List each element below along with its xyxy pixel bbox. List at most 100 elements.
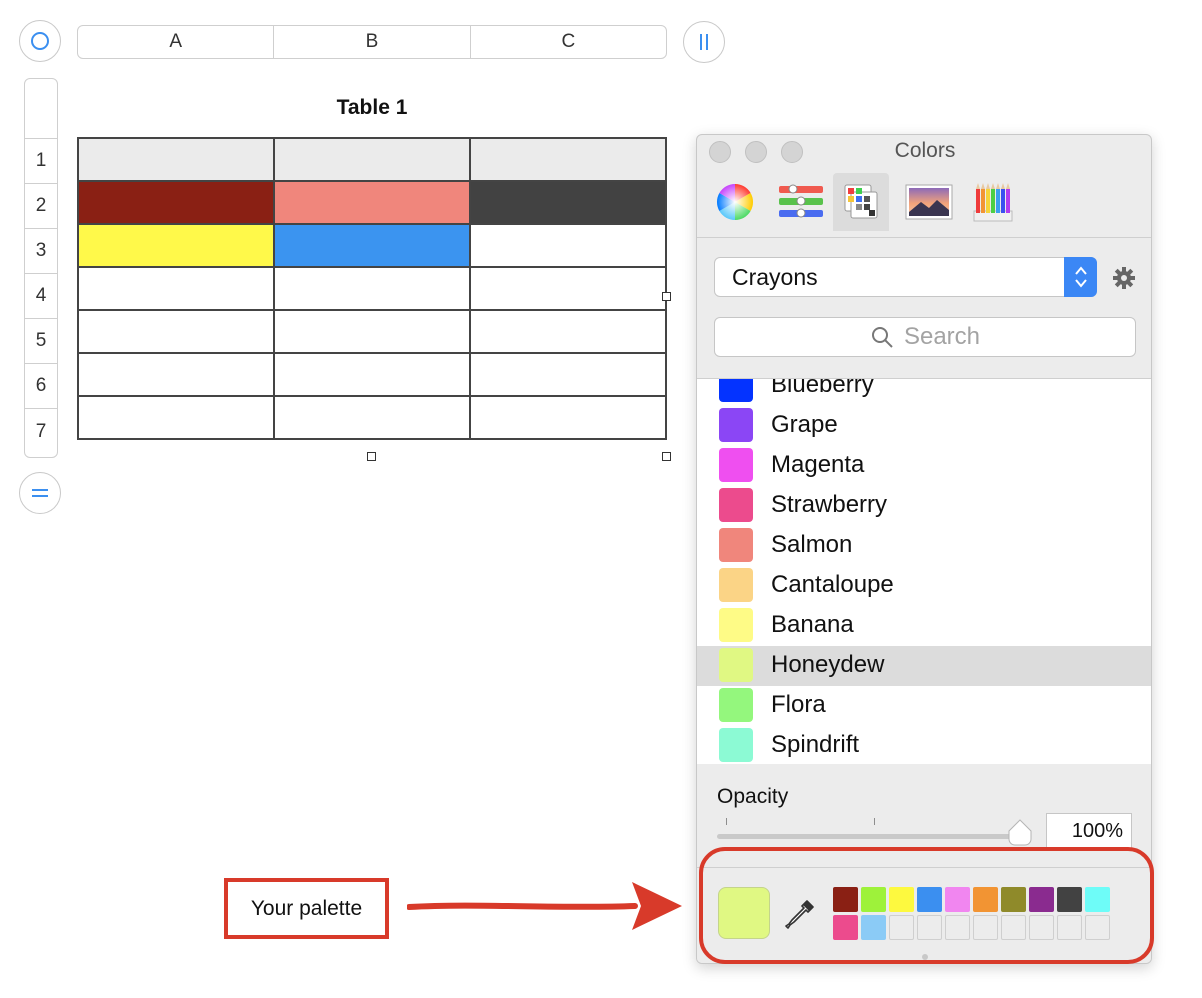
row-header-3[interactable]: 3 — [25, 229, 57, 274]
color-name: Spindrift — [771, 731, 860, 758]
row-handle-icon — [32, 489, 48, 497]
pencils-icon — [973, 183, 1013, 222]
color-wheel-tab[interactable] — [707, 173, 763, 231]
pencils-tab[interactable] — [965, 173, 1021, 231]
opacity-tick — [726, 818, 727, 825]
opacity-slider[interactable] — [717, 834, 1022, 839]
color-name: Flora — [771, 691, 826, 718]
color-wheel-icon — [716, 184, 754, 220]
table-cell[interactable] — [77, 309, 275, 354]
color-name: Grape — [771, 411, 838, 438]
sliders-icon — [779, 184, 823, 218]
resize-handle-bottom[interactable] — [367, 452, 376, 461]
list-item[interactable]: Grape — [697, 406, 1151, 446]
add-row-button[interactable] — [19, 472, 61, 514]
table-cell[interactable] — [273, 266, 471, 311]
list-item[interactable]: Salmon — [697, 526, 1151, 566]
row-header-corner — [25, 79, 57, 139]
add-column-button[interactable] — [683, 21, 725, 63]
table-cell[interactable] — [273, 223, 471, 268]
table-cell[interactable] — [273, 137, 471, 182]
table-cell[interactable] — [273, 180, 471, 225]
table-cell[interactable] — [77, 266, 275, 311]
sliders-tab[interactable] — [773, 173, 829, 231]
annotation-label: Your palette — [224, 878, 389, 939]
color-name: Cantaloupe — [771, 571, 894, 598]
table-cell[interactable] — [469, 266, 667, 311]
list-item[interactable]: Honeydew — [697, 646, 1151, 686]
color-swatch — [719, 528, 753, 562]
list-item[interactable]: Flora — [697, 686, 1151, 726]
table-cell[interactable] — [469, 223, 667, 268]
table-row — [77, 180, 667, 225]
table-cell[interactable] — [273, 352, 471, 397]
select-all-button[interactable] — [19, 20, 61, 62]
table-title[interactable]: Table 1 — [77, 96, 667, 120]
circle-icon — [31, 32, 49, 50]
column-header-c[interactable]: C — [471, 26, 666, 58]
palette-select[interactable]: Crayons — [714, 257, 1097, 297]
table-row — [77, 266, 667, 311]
column-handle-icon — [700, 34, 708, 50]
table-cell[interactable] — [77, 352, 275, 397]
color-name: Blueberry — [771, 379, 874, 398]
color-swatch — [719, 688, 753, 722]
palettes-tab[interactable] — [833, 173, 889, 231]
opacity-value-field[interactable]: 100% — [1046, 813, 1132, 849]
image-palettes-icon — [905, 184, 953, 220]
search-placeholder: Search — [903, 323, 981, 350]
list-item[interactable]: Banana — [697, 606, 1151, 646]
table-row — [77, 223, 667, 268]
row-header-bar: 1 2 3 4 5 6 7 — [24, 78, 58, 458]
gear-icon[interactable] — [1112, 266, 1136, 295]
colors-panel: Colors Crayons Search Blueberry Grape Ma… — [696, 134, 1152, 964]
color-name: Banana — [771, 611, 854, 638]
color-swatch — [719, 448, 753, 482]
list-item[interactable]: Magenta — [697, 446, 1151, 486]
table-row — [77, 352, 667, 397]
table-row — [77, 395, 667, 440]
table-row — [77, 137, 667, 182]
column-header-b[interactable]: B — [274, 26, 471, 58]
table-cell[interactable] — [469, 137, 667, 182]
table-cell[interactable] — [469, 309, 667, 354]
opacity-label: Opacity — [717, 785, 789, 808]
list-item[interactable]: Spindrift — [697, 726, 1151, 764]
table-cell[interactable] — [77, 223, 275, 268]
table-cell[interactable] — [273, 395, 471, 440]
table-cell[interactable] — [469, 180, 667, 225]
spreadsheet-table — [77, 137, 667, 440]
row-header-4[interactable]: 4 — [25, 274, 57, 319]
search-field[interactable]: Search — [714, 317, 1136, 357]
table-cell[interactable] — [469, 352, 667, 397]
row-header-5[interactable]: 5 — [25, 319, 57, 364]
panel-title: Colors — [894, 139, 956, 162]
column-header-a[interactable]: A — [78, 26, 275, 58]
image-palettes-tab[interactable] — [901, 173, 957, 231]
table-cell[interactable] — [273, 309, 471, 354]
list-item[interactable]: Cantaloupe — [697, 566, 1151, 606]
row-header-1[interactable]: 1 — [25, 139, 57, 184]
column-header-bar: A B C — [77, 25, 667, 59]
color-swatch — [719, 488, 753, 522]
row-header-2[interactable]: 2 — [25, 184, 57, 229]
table-cell[interactable] — [469, 395, 667, 440]
resize-handle-right[interactable] — [662, 292, 671, 301]
table-cell[interactable] — [77, 395, 275, 440]
table-cell[interactable] — [77, 180, 275, 225]
row-header-7[interactable]: 7 — [25, 409, 57, 454]
color-swatch — [719, 568, 753, 602]
list-item[interactable]: Strawberry — [697, 486, 1151, 526]
color-name: Magenta — [771, 451, 865, 478]
search-icon — [871, 327, 893, 348]
crayon-list[interactable]: Blueberry Grape Magenta Strawberry Salmon Can… — [697, 379, 1151, 764]
table-cell[interactable] — [77, 137, 275, 182]
color-name: Honeydew — [771, 651, 885, 678]
color-swatch — [719, 728, 753, 762]
list-item[interactable]: Blueberry — [697, 379, 1151, 406]
color-swatch — [719, 408, 753, 442]
color-swatch — [719, 608, 753, 642]
row-header-6[interactable]: 6 — [25, 364, 57, 409]
table-row — [77, 309, 667, 354]
resize-handle-corner[interactable] — [662, 452, 671, 461]
